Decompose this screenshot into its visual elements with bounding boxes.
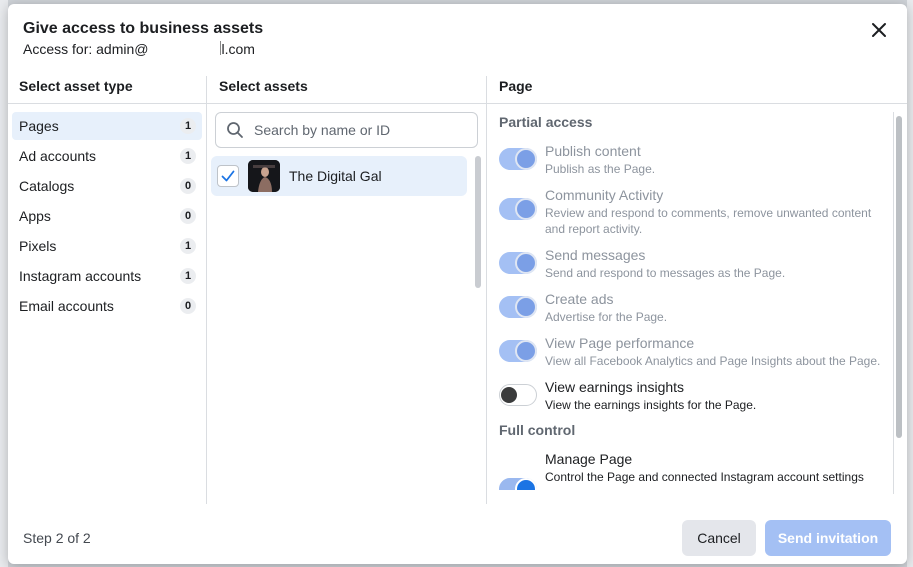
permission-title: View earnings insights	[545, 379, 685, 395]
assets-header: Select assets	[219, 78, 308, 94]
cancel-button[interactable]: Cancel	[682, 520, 756, 556]
permissions-scrollbar[interactable]	[896, 116, 902, 438]
page-avatar	[248, 160, 280, 192]
header-divider	[8, 103, 907, 104]
asset-type-count: 0	[180, 208, 196, 224]
dialog-subtitle: Access for: admin@ l.com	[23, 41, 255, 57]
asset-type-label: Instagram accounts	[19, 268, 142, 284]
asset-type-label: Pages	[19, 118, 59, 134]
asset-type-count: 0	[180, 178, 196, 194]
permission-manage-page: Manage Page Control the Page and connect…	[499, 450, 884, 490]
permission-title: Publish content	[545, 143, 641, 159]
asset-type-label: Email accounts	[19, 298, 114, 314]
create-ads-toggle[interactable]	[499, 296, 537, 318]
view-earnings-insights-toggle[interactable]	[499, 384, 537, 406]
permission-title: Send messages	[545, 247, 646, 263]
partial-access-label: Partial access	[499, 114, 593, 130]
search-icon	[227, 122, 243, 138]
subtitle-suffix: l.com	[221, 41, 255, 57]
column-divider-2	[486, 76, 487, 504]
permission-view-earnings-insights: View earnings insights View the earnings…	[499, 378, 884, 413]
asset-type-count: 1	[180, 118, 196, 134]
permission-community-activity: Community Activity Review and respond to…	[499, 186, 884, 237]
asset-type-count: 1	[180, 268, 196, 284]
send-invitation-button[interactable]: Send invitation	[765, 520, 891, 556]
assets-scrollbar[interactable]	[475, 156, 481, 288]
asset-type-label: Ad accounts	[19, 148, 97, 164]
asset-search[interactable]	[215, 112, 478, 148]
permission-title: Manage Page	[545, 451, 633, 467]
dialog-title: Give access to business assets	[23, 20, 264, 37]
full-control-clip: Manage Page Control the Page and connect…	[499, 444, 891, 490]
asset-type-header: Select asset type	[19, 78, 133, 94]
asset-checkbox[interactable]	[217, 165, 239, 187]
permission-create-ads: Create ads Advertise for the Page.	[499, 290, 884, 325]
permissions-header: Page	[499, 78, 533, 94]
checkmark-icon	[221, 170, 235, 182]
asset-type-catalogs[interactable]: Catalogs 0	[12, 172, 202, 200]
asset-type-label: Apps	[19, 208, 51, 224]
asset-type-email-accounts[interactable]: Email accounts 0	[12, 292, 202, 320]
avatar-image-icon	[248, 160, 280, 192]
subtitle-prefix: Access for: admin@	[23, 41, 149, 57]
permission-desc: Review and respond to comments, remove u…	[545, 206, 872, 236]
background-page-right	[907, 0, 913, 567]
column-divider-1	[206, 76, 207, 504]
close-icon	[872, 23, 886, 37]
asset-type-pages[interactable]: Pages 1	[12, 112, 202, 140]
asset-row-the-digital-gal[interactable]: The Digital Gal	[211, 156, 467, 196]
permission-desc: Send and respond to messages as the Page…	[545, 266, 786, 280]
community-activity-toggle[interactable]	[499, 198, 537, 220]
asset-type-label: Pixels	[19, 238, 57, 254]
permission-title: Create ads	[545, 291, 614, 307]
give-access-dialog: Give access to business assets Access fo…	[8, 4, 907, 564]
full-control-label: Full control	[499, 422, 576, 438]
manage-page-toggle[interactable]	[499, 478, 537, 490]
permission-desc: Advertise for the Page.	[545, 310, 668, 324]
close-button[interactable]	[869, 20, 889, 40]
permission-publish-content: Publish content Publish as the Page.	[499, 142, 884, 177]
send-messages-toggle[interactable]	[499, 252, 537, 274]
background-page-left	[0, 0, 8, 567]
asset-type-label: Catalogs	[19, 178, 75, 194]
permission-send-messages: Send messages Send and respond to messag…	[499, 246, 884, 281]
asset-type-ad-accounts[interactable]: Ad accounts 1	[12, 142, 202, 170]
publish-content-toggle[interactable]	[499, 148, 537, 170]
permission-desc: Control the Page and connected Instagram…	[545, 470, 864, 484]
asset-type-apps[interactable]: Apps 0	[12, 202, 202, 230]
asset-type-count: 1	[180, 238, 196, 254]
permission-desc: View the earnings insights for the Page.	[545, 398, 757, 412]
permission-desc: Publish as the Page.	[545, 162, 656, 176]
permission-title: View Page performance	[545, 335, 695, 351]
permission-title: Community Activity	[545, 187, 664, 203]
permission-view-page-performance: View Page performance View all Facebook …	[499, 334, 884, 369]
search-input[interactable]	[252, 121, 466, 139]
asset-type-pixels[interactable]: Pixels 1	[12, 232, 202, 260]
view-page-performance-toggle[interactable]	[499, 340, 537, 362]
step-indicator: Step 2 of 2	[23, 530, 91, 546]
asset-type-instagram-accounts[interactable]: Instagram accounts 1	[12, 262, 202, 290]
permissions-scroll-track	[893, 112, 894, 494]
asset-type-count: 1	[180, 148, 196, 164]
permission-desc: View all Facebook Analytics and Page Ins…	[545, 354, 881, 368]
asset-name: The Digital Gal	[289, 168, 382, 184]
asset-type-count: 0	[180, 298, 196, 314]
redacted-email-part	[148, 41, 222, 55]
